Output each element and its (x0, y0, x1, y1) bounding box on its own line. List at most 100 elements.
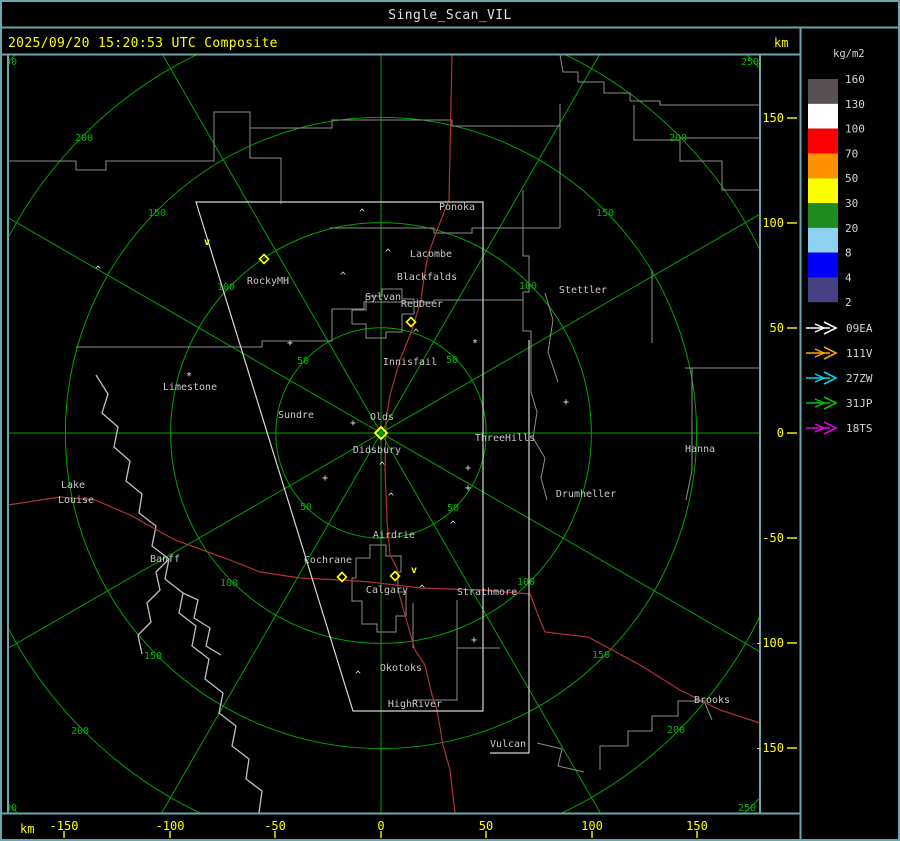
wind-pointer-marker: v (411, 565, 417, 576)
right-axis-tick-label: -100 (755, 636, 784, 650)
city-label-threehills: ThreeHills (475, 433, 535, 444)
ring-distance-label: 50 (297, 356, 309, 367)
city-label-sylvan: Sylvan (365, 292, 401, 303)
vil-scale-swatch (808, 178, 838, 203)
city-label-hanna: Hanna (685, 444, 715, 455)
site-marker-94: ^ (95, 265, 101, 276)
site-marker-94: ^ (413, 328, 419, 339)
vil-scale-swatch (808, 128, 838, 154)
site-marker-43: + (563, 397, 569, 408)
ring-distance-label: 150 (144, 651, 162, 662)
city-label-olds: Olds (370, 412, 394, 423)
vil-scale-swatch (808, 277, 838, 303)
ring-distance-label: 200 (71, 726, 89, 737)
bottom-axis-tick-label: 0 (377, 819, 384, 833)
city-label-airdrie: Airdrie (373, 530, 415, 541)
bottom-axis-tick-label: -50 (264, 819, 286, 833)
ring-distance-label: 250 (741, 57, 759, 68)
bottom-axis-tick-label: -150 (50, 819, 79, 833)
ring-distance-label: 100 (519, 281, 537, 292)
city-label-rockymh: RockyMH (247, 276, 289, 287)
vil-scale-swatch (808, 103, 838, 129)
radar-scene: Single_Scan_VIL 2025/09/20 15:20:53 UTC … (0, 0, 900, 841)
station-markers: ^ ^ ^ ^ ^ ^ ^ ^ ^ ^ + + + + + + + * * v v (95, 208, 569, 681)
site-marker-94: ^ (450, 520, 456, 531)
station-id-label: 18TS (846, 422, 873, 435)
ring-distance-label: 200 (669, 133, 687, 144)
right-axis-tick-label: -150 (755, 741, 784, 755)
ring-distance-label: 100 (220, 578, 238, 589)
vil-threshold-label: 160 (845, 73, 865, 86)
ring-distance-label: 100 (217, 282, 235, 293)
site-marker-94: ^ (419, 584, 425, 595)
radar-map[interactable]: 2502001501005025020015010050250200150100… (0, 0, 900, 841)
provincial-border-line (95, 374, 263, 813)
vil-scale-swatch (808, 252, 838, 278)
vil-threshold-label: 30 (845, 197, 858, 210)
site-marker-94: ^ (355, 670, 361, 681)
station-id-label: 09EA (846, 322, 873, 335)
site-marker-94: ^ (359, 208, 365, 219)
vil-threshold-label: 100 (845, 123, 865, 136)
city-label-vulcan: Vulcan (490, 739, 526, 750)
right-axis-tick-label: 150 (762, 111, 784, 125)
site-marker-43: + (350, 418, 356, 429)
radar-viewer-window: Single_Scan_VIL 2025/09/20 15:20:53 UTC … (0, 0, 900, 841)
vil-threshold-label: 50 (845, 172, 858, 185)
vil-scale-swatch (808, 153, 838, 179)
city-label-louise: Louise (58, 495, 94, 506)
radar-station-legend: 09EA 111V 27ZW 31JP 18TS (806, 321, 873, 435)
vil-threshold-label: 70 (845, 147, 858, 160)
city-label-highriver: HighRiver (388, 699, 442, 710)
vil-threshold-label: 130 (845, 98, 865, 111)
city-label-drumheller: Drumheller (556, 489, 616, 500)
city-label-blackfalds: Blackfalds (397, 272, 457, 283)
bottom-axis: km -150 -100 -50 0 50 100 150 (20, 819, 708, 838)
city-label-limestone: Limestone (163, 382, 217, 393)
ring-distance-label: 250 (738, 803, 756, 814)
city-label-lake: Lake (61, 480, 85, 491)
city-label-sundre: Sundre (278, 410, 314, 421)
ring-distance-label: 50 (447, 503, 459, 514)
station-id-label: 111V (846, 347, 873, 360)
right-axis-tick-label: 100 (762, 216, 784, 230)
ring-distance-label: 200 (667, 725, 685, 736)
legend-panel: kg/m2 160 130 100 70 50 30 20 8 4 2 09EA 111V 27ZW 3… (806, 48, 873, 435)
vil-threshold-label: 20 (845, 222, 858, 235)
vil-scale-swatch (808, 227, 838, 253)
station-id-label: 27ZW (846, 372, 873, 385)
vil-threshold-label: 8 (845, 247, 852, 260)
city-label-ponoka: Ponoka (439, 202, 475, 213)
city-label-strathmore: Strathmore (457, 587, 517, 598)
right-axis: 150 100 50 0 -50 -100 -150 (755, 111, 797, 755)
city-label-didsbury: Didsbury (353, 445, 401, 456)
city-labels: Ponoka Lacombe Blackfalds SylvanRedDeer Stet… (58, 202, 730, 750)
site-marker-43: + (322, 473, 328, 484)
ring-distance-label: 50 (300, 502, 312, 513)
station-id-label: 31JP (846, 397, 873, 410)
scan-timestamp: 2025/09/20 15:20:53 UTC Composite (8, 36, 278, 51)
city-label-banff: Banff (150, 554, 180, 565)
city-label-reddeer: RedDeer (401, 299, 443, 310)
bottom-axis-unit: km (20, 822, 34, 836)
window-title: Single_Scan_VIL (388, 8, 511, 23)
site-marker-43: + (471, 635, 477, 646)
right-axis-unit: km (774, 36, 788, 50)
vil-scale-swatch (808, 79, 838, 104)
city-label-brooks: Brooks (694, 695, 730, 706)
city-label-cochrane: Cochrane (304, 555, 352, 566)
bottom-axis-tick-label: 100 (581, 819, 603, 833)
city-label-stettler: Stettler (559, 285, 607, 296)
title-bar: Single_Scan_VIL (388, 8, 511, 23)
legend-unit-label: kg/m2 (833, 48, 865, 60)
city-label-calgary: Calgary (366, 585, 408, 596)
right-axis-tick-label: -50 (762, 531, 784, 545)
ring-distance-label: 50 (446, 355, 458, 366)
site-marker-43: + (287, 338, 293, 349)
site-marker-43: + (465, 463, 471, 474)
site-marker-94: ^ (385, 248, 391, 259)
site-marker-94: ^ (340, 271, 346, 282)
info-bar: 2025/09/20 15:20:53 UTC Composite km (8, 36, 788, 51)
ring-distance-label: 150 (592, 650, 610, 661)
site-marker-94: ^ (379, 461, 385, 472)
